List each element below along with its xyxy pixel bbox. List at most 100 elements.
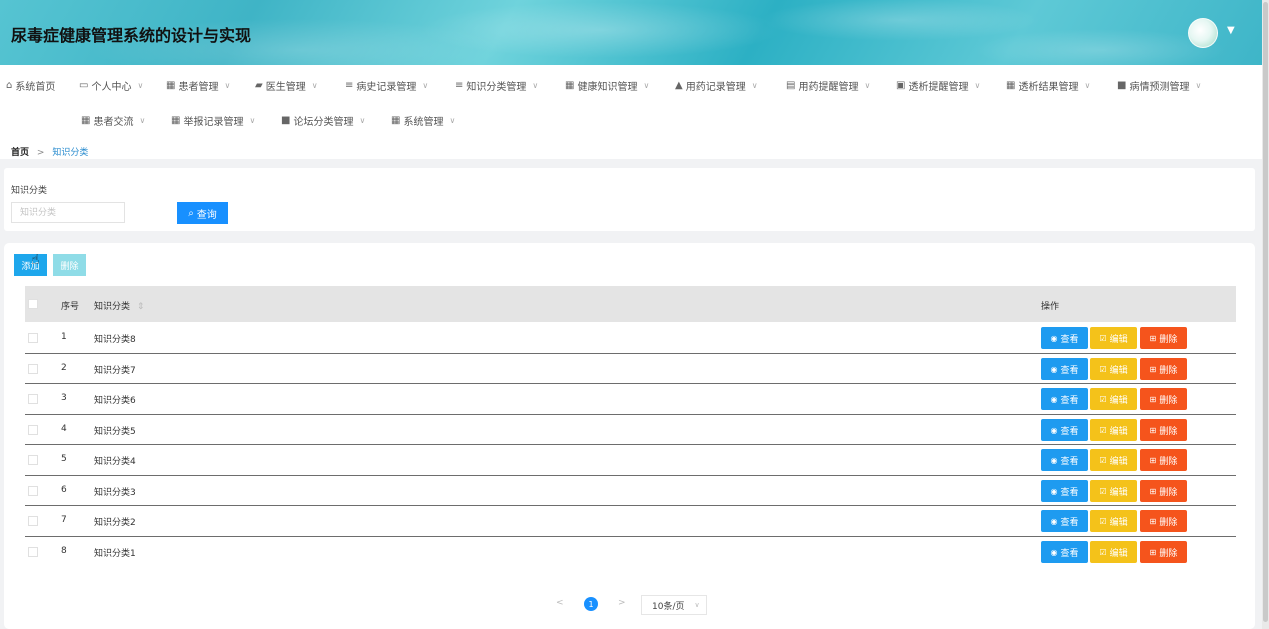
chevron-down-icon: ∨ <box>643 81 650 90</box>
select-all-checkbox[interactable] <box>28 299 38 309</box>
view-button-label: 查看 <box>1060 516 1079 527</box>
nav-item-label: 患者交流 <box>93 117 134 128</box>
eye-icon: ◉ <box>1050 455 1058 465</box>
view-button[interactable]: ◉ 查看 <box>1041 388 1088 410</box>
chevron-down-icon: ∨ <box>532 81 539 90</box>
batch-delete-button[interactable]: 删除 <box>53 254 86 276</box>
pagination-prev[interactable]: < <box>556 598 564 608</box>
delete-button[interactable]: ⊞ 删除 <box>1140 388 1187 410</box>
view-button[interactable]: ◉ 查看 <box>1041 449 1088 471</box>
nav-item-dialysis-reminder[interactable]: ▣ 透析提醒管理 ∨ <box>896 78 980 93</box>
edit-button[interactable]: ☑ 编辑 <box>1090 480 1137 502</box>
row-checkbox[interactable] <box>28 333 38 343</box>
grid-icon: ▦ <box>166 80 176 91</box>
sort-icon[interactable]: ⇕ <box>137 302 145 312</box>
breadcrumb-home[interactable]: 首页 <box>11 148 29 158</box>
delete-button[interactable]: ⊞ 删除 <box>1140 327 1187 349</box>
list-icon: ≡ <box>345 80 354 91</box>
edit-button[interactable]: ☑ 编辑 <box>1090 449 1137 471</box>
delete-button[interactable]: ⊞ 删除 <box>1140 510 1187 532</box>
trash-icon: ⊞ <box>1149 394 1157 404</box>
row-checkbox[interactable] <box>28 394 38 404</box>
delete-button-label: 删除 <box>1159 486 1178 497</box>
chat-icon: ■ <box>1117 80 1127 91</box>
scrollbar-thumb[interactable] <box>1263 2 1268 622</box>
nav-item-patient[interactable]: ▦ 患者管理 ∨ <box>166 78 230 93</box>
view-button[interactable]: ◉ 查看 <box>1041 327 1088 349</box>
row-checkbox[interactable] <box>28 547 38 557</box>
briefcase-icon: ▰ <box>255 80 263 91</box>
row-category: 知识分类2 <box>94 518 136 528</box>
view-button[interactable]: ◉ 查看 <box>1041 480 1088 502</box>
nav-item-label: 医生管理 <box>265 82 306 93</box>
chevron-down-icon: ∨ <box>224 81 231 90</box>
row-index: 4 <box>61 424 67 434</box>
nav-item-label: 论坛分类管理 <box>293 117 354 128</box>
view-button[interactable]: ◉ 查看 <box>1041 358 1088 380</box>
nav-item-label: 用药记录管理 <box>685 82 746 93</box>
nav-item-system[interactable]: ▦ 系统管理 ∨ <box>391 113 455 128</box>
row-category: 知识分类7 <box>94 366 136 376</box>
edit-button[interactable]: ☑ 编辑 <box>1090 388 1137 410</box>
nav-item-doctor[interactable]: ▰ 医生管理 ∨ <box>255 78 318 93</box>
row-divider <box>25 444 1236 445</box>
nav-item-history[interactable]: ≡ 病史记录管理 ∨ <box>345 78 428 93</box>
edit-button[interactable]: ☑ 编辑 <box>1090 510 1137 532</box>
breadcrumb-current: 知识分类 <box>52 148 89 158</box>
edit-icon: ☑ <box>1099 333 1107 343</box>
view-button[interactable]: ◉ 查看 <box>1041 510 1088 532</box>
search-button[interactable]: ⌕ 查询 <box>177 202 228 224</box>
calendar-icon: ▣ <box>896 80 906 91</box>
trash-icon: ⊞ <box>1149 455 1157 465</box>
nav-item-medication-reminder[interactable]: ▤ 用药提醒管理 ∨ <box>786 78 870 93</box>
view-button[interactable]: ◉ 查看 <box>1041 419 1088 441</box>
row-checkbox[interactable] <box>28 486 38 496</box>
view-button-label: 查看 <box>1060 486 1079 497</box>
chevron-down-icon: ∨ <box>359 116 366 125</box>
nav-item-report-record[interactable]: ▦ 举报记录管理 ∨ <box>171 113 255 128</box>
delete-button-label: 删除 <box>1159 425 1178 436</box>
column-header-actions: 操作 <box>1041 302 1060 312</box>
column-header-index: 序号 <box>61 302 80 312</box>
edit-button[interactable]: ☑ 编辑 <box>1090 327 1137 349</box>
search-input[interactable] <box>11 202 125 223</box>
column-header-category[interactable]: 知识分类 ⇕ <box>94 299 144 312</box>
caret-down-icon[interactable]: ▼ <box>1227 25 1235 36</box>
eye-icon: ◉ <box>1050 425 1058 435</box>
edit-button[interactable]: ☑ 编辑 <box>1090 358 1137 380</box>
row-checkbox[interactable] <box>28 425 38 435</box>
row-index: 6 <box>61 485 67 495</box>
eye-icon: ◉ <box>1050 486 1058 496</box>
nav-item-personal-center[interactable]: ▭ 个人中心 ∨ <box>79 78 143 93</box>
nav-item-health-knowledge[interactable]: ▦ 健康知识管理 ∨ <box>565 78 649 93</box>
nav-item-medication-record[interactable]: ▲ 用药记录管理 ∨ <box>675 78 758 93</box>
row-divider <box>25 414 1236 415</box>
pagination-next[interactable]: > <box>618 598 626 608</box>
row-checkbox[interactable] <box>28 516 38 526</box>
nav-item-home[interactable]: ⌂ 系统首页 <box>6 78 55 93</box>
delete-button[interactable]: ⊞ 删除 <box>1140 358 1187 380</box>
edit-button[interactable]: ☑ 编辑 <box>1090 419 1137 441</box>
page-size-select[interactable]: 10条/页 ∨ <box>641 595 707 615</box>
nav-item-knowledge-category[interactable]: ≡ 知识分类管理 ∨ <box>455 78 538 93</box>
delete-button[interactable]: ⊞ 删除 <box>1140 541 1187 563</box>
delete-button-label: 删除 <box>1159 333 1178 344</box>
edit-button-label: 编辑 <box>1109 547 1128 558</box>
row-checkbox[interactable] <box>28 364 38 374</box>
grid-icon: ▦ <box>565 80 575 91</box>
edit-button[interactable]: ☑ 编辑 <box>1090 541 1137 563</box>
nav-item-dialysis-result[interactable]: ▦ 透析结果管理 ∨ <box>1006 78 1090 93</box>
row-divider <box>25 505 1236 506</box>
delete-button[interactable]: ⊞ 删除 <box>1140 480 1187 502</box>
nav-item-patient-exchange[interactable]: ▦ 患者交流 ∨ <box>81 113 145 128</box>
delete-button[interactable]: ⊞ 删除 <box>1140 419 1187 441</box>
delete-button[interactable]: ⊞ 删除 <box>1140 449 1187 471</box>
row-checkbox[interactable] <box>28 455 38 465</box>
chevron-down-icon: ∨ <box>249 116 256 125</box>
view-button[interactable]: ◉ 查看 <box>1041 541 1088 563</box>
nav-item-forum-category[interactable]: ■ 论坛分类管理 ∨ <box>281 113 365 128</box>
nav-item-label: 透析结果管理 <box>1018 82 1079 93</box>
nav-item-condition-prediction[interactable]: ■ 病情预测管理 ∨ <box>1117 78 1201 93</box>
pagination-current-page[interactable]: 1 <box>584 597 598 611</box>
user-avatar[interactable] <box>1188 18 1218 48</box>
